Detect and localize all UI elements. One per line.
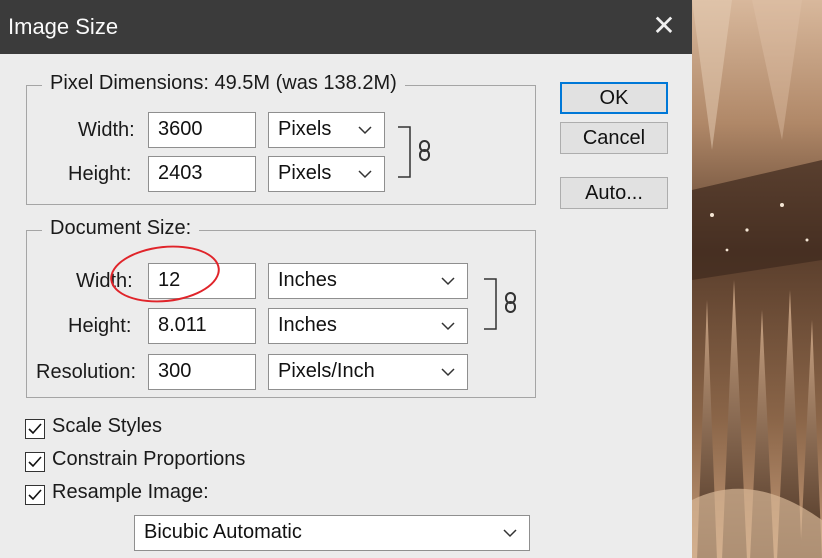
ok-button[interactable]: OK xyxy=(560,82,668,114)
resolution-label: Resolution: xyxy=(36,361,137,383)
resolution-value: 300 xyxy=(158,360,192,382)
pixel-height-unit: Pixels xyxy=(278,162,332,184)
chevron-down-icon xyxy=(358,126,372,135)
checkmark-icon xyxy=(28,489,42,501)
checkmark-icon xyxy=(28,423,42,435)
resolution-input[interactable]: 300 xyxy=(148,354,256,390)
close-icon: ✕ xyxy=(652,10,676,41)
scale-styles-option[interactable]: Scale Styles xyxy=(25,415,205,443)
image-size-dialog: Image Size ✕ Pixel Dimensions: 49.5M (wa… xyxy=(0,0,692,558)
resample-image-checkbox[interactable] xyxy=(25,485,45,505)
pixel-constrain-link xyxy=(398,126,430,178)
resolution-unit-select[interactable]: Pixels/Inch xyxy=(268,354,468,390)
pixel-height-label: Height: xyxy=(68,163,132,185)
resample-method-select[interactable]: Bicubic Automatic xyxy=(134,515,530,551)
title-bar: Image Size ✕ xyxy=(0,0,692,54)
pixel-width-value: 3600 xyxy=(158,118,203,140)
document-width-unit: Inches xyxy=(278,269,337,291)
checkmark-icon xyxy=(28,456,42,468)
pixel-height-unit-select[interactable]: Pixels xyxy=(268,156,385,192)
close-button[interactable]: ✕ xyxy=(646,6,682,46)
chevron-down-icon xyxy=(441,277,455,286)
document-width-unit-select[interactable]: Inches xyxy=(268,263,468,299)
document-constrain-link xyxy=(484,278,516,330)
resample-method: Bicubic Automatic xyxy=(144,521,302,543)
chevron-down-icon xyxy=(441,322,455,331)
document-height-value: 8.011 xyxy=(158,314,207,336)
document-size-legend: Document Size: xyxy=(42,217,200,240)
constrain-proportions-checkbox[interactable] xyxy=(25,452,45,472)
document-width-input[interactable]: 12 xyxy=(148,263,256,299)
resample-image-option[interactable]: Resample Image: xyxy=(25,481,245,509)
document-width-value: 12 xyxy=(158,269,181,291)
auto-button[interactable]: Auto... xyxy=(560,177,668,209)
scale-styles-checkbox[interactable] xyxy=(25,419,45,439)
pixel-width-unit-select[interactable]: Pixels xyxy=(268,112,385,148)
document-height-unit-select[interactable]: Inches xyxy=(268,308,468,344)
resample-image-label: Resample Image: xyxy=(52,481,209,503)
chevron-down-icon xyxy=(358,170,372,179)
chevron-down-icon xyxy=(441,368,455,377)
constrain-proportions-option[interactable]: Constrain Proportions xyxy=(25,448,285,476)
constrain-proportions-label: Constrain Proportions xyxy=(52,448,246,470)
scale-styles-label: Scale Styles xyxy=(52,415,163,437)
pixel-width-input[interactable]: 3600 xyxy=(148,112,256,148)
pixel-height-value: 2403 xyxy=(158,162,203,184)
document-width-label: Width: xyxy=(76,270,133,292)
pixel-dimensions-legend: Pixel Dimensions: 49.5M (was 138.2M) xyxy=(42,72,405,95)
cancel-button[interactable]: Cancel xyxy=(560,122,668,154)
photo-image xyxy=(692,0,822,558)
pixel-width-unit: Pixels xyxy=(278,118,332,140)
chain-link-icon xyxy=(505,292,516,313)
chain-link-icon xyxy=(419,140,430,161)
window-title: Image Size xyxy=(8,14,119,39)
document-height-label: Height: xyxy=(68,315,132,337)
pixel-height-input[interactable]: 2403 xyxy=(148,156,256,192)
background-photo xyxy=(692,0,822,558)
resolution-unit: Pixels/Inch xyxy=(278,360,375,382)
document-height-input[interactable]: 8.011 xyxy=(148,308,256,344)
pixel-width-label: Width: xyxy=(78,119,135,141)
chevron-down-icon xyxy=(503,529,517,538)
document-height-unit: Inches xyxy=(278,314,337,336)
